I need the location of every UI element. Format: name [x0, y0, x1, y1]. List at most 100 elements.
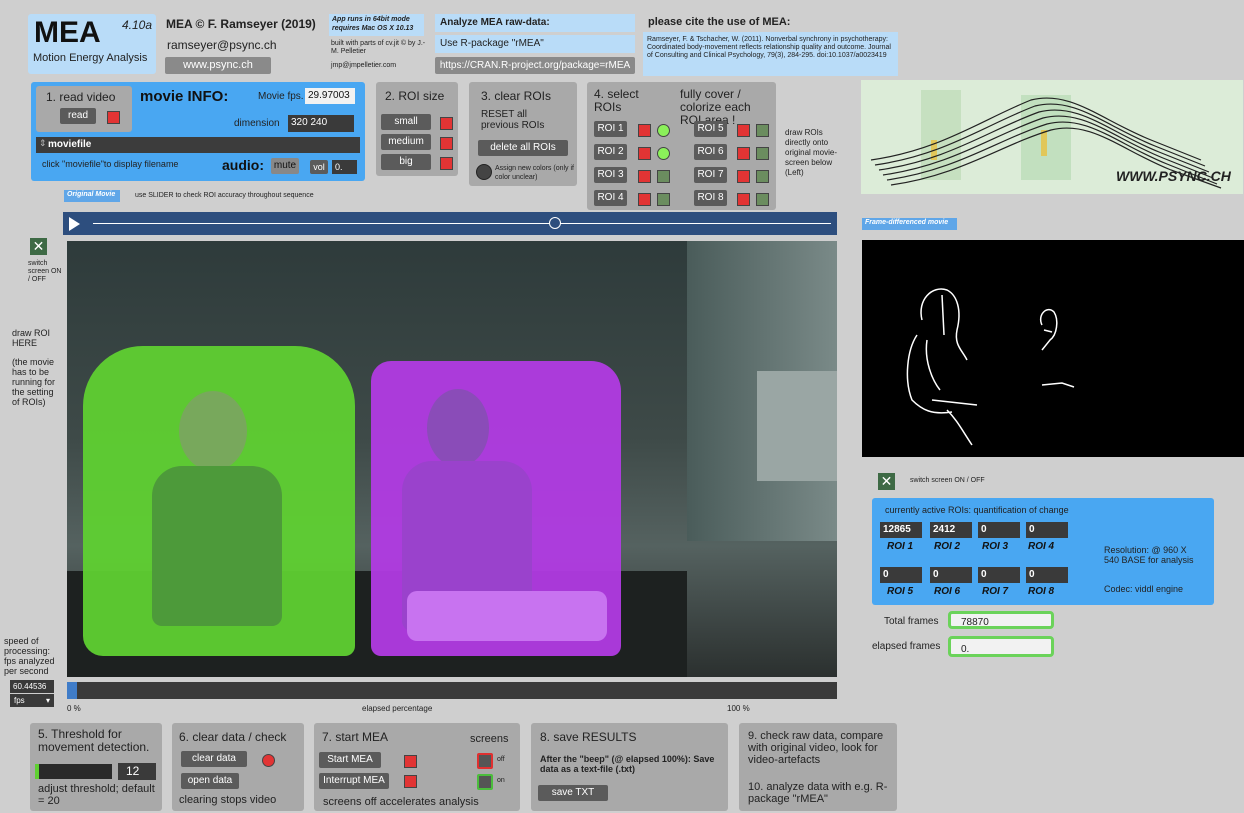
screens-label: screens — [470, 733, 509, 745]
elapsed-progress-bar — [67, 682, 837, 699]
check-raw-data-note: 9. check raw data, compare with original… — [748, 730, 884, 766]
roi-small-button[interactable]: small — [381, 114, 431, 130]
roi8-value: 0 — [1026, 567, 1068, 583]
codec-label: Codec: viddl engine — [1104, 584, 1184, 594]
open-data-button[interactable]: open data — [181, 773, 239, 789]
slider-track — [93, 223, 831, 224]
save-results-note: After the "beep" (@ elapsed 100%): Save … — [540, 754, 715, 774]
roi1-led-red — [638, 124, 651, 137]
screens-off-radio[interactable] — [477, 753, 493, 769]
rpackage-box: Use R-package "rMEA" — [435, 35, 635, 53]
select-rois-title: 4. select ROIs — [594, 87, 639, 114]
read-video-title: 1. read video — [46, 90, 116, 104]
interrupt-mea-button[interactable]: Interrupt MEA — [319, 773, 389, 789]
logo-text: MEA — [34, 16, 101, 49]
roi8-button[interactable]: ROI 8 — [694, 190, 727, 206]
elapsed-frames-value: 0. — [948, 636, 1054, 657]
elapsed-frames-label: elapsed frames — [872, 641, 941, 652]
roi2-button[interactable]: ROI 2 — [594, 144, 627, 160]
roi7-led-red — [737, 170, 750, 183]
read-status-led — [107, 111, 120, 124]
slider-handle[interactable] — [549, 217, 561, 229]
read-button[interactable]: read — [60, 108, 96, 124]
screens-on-radio[interactable] — [477, 774, 493, 790]
start-mea-title: 7. start MEA — [322, 730, 389, 744]
clear-data-button[interactable]: clear data — [181, 751, 247, 767]
website-button[interactable]: www.psync.ch — [165, 57, 271, 74]
total-frames-label: Total frames — [884, 616, 939, 627]
roi4-label: ROI 4 — [1028, 541, 1055, 552]
progress-start-label: 0 % — [67, 704, 81, 713]
roi-big-button[interactable]: big — [381, 154, 431, 170]
roi2-label: ROI 2 — [934, 541, 961, 552]
cran-link-button[interactable]: https://CRAN.R-project.org/package=rMEA — [435, 57, 635, 74]
original-movie-screen[interactable] — [67, 241, 837, 677]
assign-colors-button[interactable] — [476, 164, 492, 180]
clear-data-note: clearing stops video — [179, 794, 277, 806]
threshold-slider-fill — [35, 764, 39, 779]
movie-slider[interactable] — [63, 212, 837, 235]
interrupt-mea-led — [404, 775, 417, 788]
roi-medium-button[interactable]: medium — [381, 134, 431, 150]
person-left-head — [179, 391, 247, 471]
watermark-label: WWW.PSYNC.CH — [1116, 168, 1231, 184]
original-movie-tab: Original Movie — [64, 190, 120, 202]
moviefile-bar[interactable]: moviefile ⇕ — [36, 137, 360, 153]
roi1-value: 12865 — [880, 522, 922, 538]
roi3-button[interactable]: ROI 3 — [594, 167, 627, 183]
analyze-title-box: Analyze MEA raw-data: — [435, 14, 635, 32]
save-txt-button[interactable]: save TXT — [538, 785, 608, 801]
roi5-led-red — [737, 124, 750, 137]
fps-label: Movie fps. — [258, 91, 304, 102]
threshold-title: 5. Threshold for movement detection. — [38, 727, 150, 754]
roi4-button[interactable]: ROI 4 — [594, 190, 627, 206]
start-mea-button[interactable]: Start MEA — [319, 752, 381, 768]
threshold-slider[interactable] — [35, 764, 112, 779]
vol-label: vol — [310, 160, 328, 174]
roi4-led-red — [638, 193, 651, 206]
analyze-data-note: 10. analyze data with e.g. R-package "rM… — [748, 781, 888, 805]
speed-note: speed of processing: fps analyzed per se… — [4, 636, 55, 676]
roi6-led-red — [737, 147, 750, 160]
draw-rois-note: draw ROIs directly onto original movie-s… — [785, 128, 838, 177]
roi-medium-led — [440, 137, 453, 150]
assign-colors-note: Assign new colors (only if color unclear… — [495, 165, 574, 181]
vol-value[interactable]: 0. — [332, 160, 357, 174]
person-right-head — [427, 389, 489, 467]
copyright-label: MEA © F. Ramseyer (2019) — [166, 17, 316, 31]
email-label: ramseyer@psync.ch — [167, 38, 277, 52]
roi5-button[interactable]: ROI 5 — [694, 121, 727, 137]
roi4-value: 0 — [1026, 522, 1068, 538]
click-hint: click "moviefile"to display filename — [42, 159, 179, 169]
roi1-button[interactable]: ROI 1 — [594, 121, 627, 137]
citation-box: Ramseyer, F. & Tschacher, W. (2011). Non… — [643, 32, 898, 76]
delete-all-rois-button[interactable]: delete all ROIs — [478, 140, 568, 156]
roi6-led-green — [756, 147, 769, 160]
fps-dropdown[interactable]: fps ▾ — [10, 694, 54, 707]
switch-screen-left-toggle[interactable]: ✕ — [30, 238, 47, 255]
roi2-led-green — [657, 147, 670, 160]
roi2-led-red — [638, 147, 651, 160]
threshold-value[interactable]: 12 — [118, 763, 156, 780]
roi7-value: 0 — [978, 567, 1020, 583]
slider-hint: use SLIDER to check ROI accuracy through… — [135, 192, 314, 199]
draw-roi-here: draw ROI HERE — [12, 328, 51, 348]
moviefile-label: moviefile — [48, 139, 92, 150]
mute-button[interactable]: mute — [271, 158, 299, 174]
roi4-led-green — [657, 193, 670, 206]
movie-info-label: movie INFO: — [140, 88, 229, 105]
roi5-label: ROI 5 — [887, 586, 914, 597]
switch-screen-right-label: switch screen ON / OFF — [910, 477, 985, 484]
resolution-label: Resolution: @ 960 X 540 BASE for analysi… — [1104, 545, 1194, 565]
roi7-button[interactable]: ROI 7 — [694, 167, 727, 183]
roi6-button[interactable]: ROI 6 — [694, 144, 727, 160]
roi-size-title: 2. ROI size — [385, 89, 445, 103]
roi-big-led — [440, 157, 453, 170]
speed-value: 60.44536 — [10, 680, 54, 693]
switch-screen-right-toggle[interactable]: ✕ — [878, 473, 895, 490]
screens-on-label: on — [497, 777, 505, 784]
play-icon[interactable] — [69, 217, 80, 231]
cite-title: please cite the use of MEA: — [648, 16, 791, 28]
clear-data-led — [262, 754, 275, 767]
roi3-led-red — [638, 170, 651, 183]
